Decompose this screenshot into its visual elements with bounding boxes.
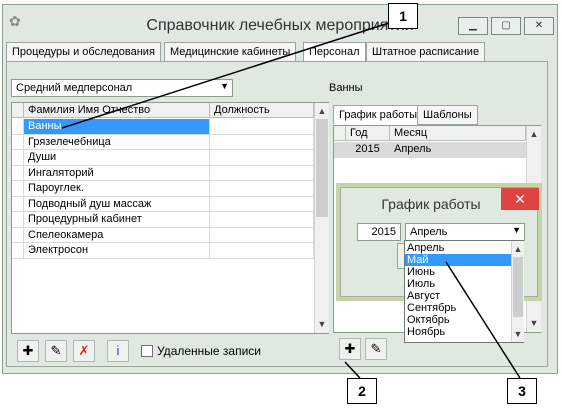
- callout-1-line: [61, 21, 393, 129]
- callout-3: 3: [507, 378, 537, 404]
- callout-2: 2: [347, 378, 377, 404]
- callout-3-line: [445, 261, 521, 379]
- callout-2-line: [344, 361, 361, 379]
- callout-1: 1: [388, 3, 418, 29]
- callout-arrows: [61, 21, 521, 379]
